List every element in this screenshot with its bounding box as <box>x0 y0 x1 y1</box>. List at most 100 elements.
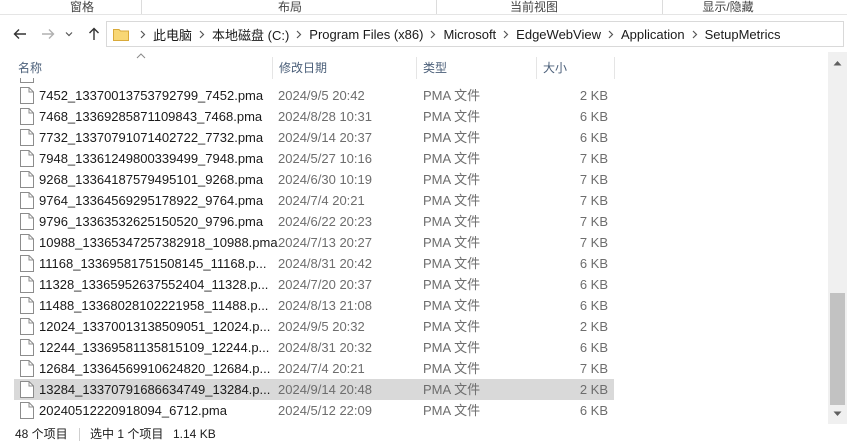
status-divider <box>79 428 80 441</box>
scroll-up-icon <box>833 60 842 65</box>
arrow-up-icon <box>89 27 99 40</box>
forward-button[interactable] <box>38 24 58 44</box>
file-icon <box>20 171 34 188</box>
column-divider[interactable] <box>614 57 615 79</box>
ribbon-group-captions: 窗格 布局 当前视图 显示/隐藏 <box>0 0 847 15</box>
file-row[interactable]: 7948_13361249800339499_7948.pma 2024/5/27… <box>14 148 614 169</box>
file-name[interactable]: 7468_13369285871109843_7468.pma <box>39 106 262 127</box>
file-name[interactable]: 7732_13370791071402722_7732.pma <box>39 127 263 148</box>
file-name[interactable]: 9796_13363532625150520_9796.pma <box>39 211 263 232</box>
ribbon-group-show-hide: 显示/隐藏 <box>702 0 754 14</box>
back-button[interactable] <box>10 24 30 44</box>
ribbon-divider <box>436 0 437 14</box>
scrollbar-thumb[interactable] <box>830 293 845 405</box>
file-row[interactable]: 11328_13365952637552404_11328.p... 2024/7… <box>14 274 614 295</box>
file-type: PMA 文件 <box>423 109 481 124</box>
file-icon <box>20 234 34 251</box>
file-name[interactable]: 20240512220918094_6712.pma <box>39 400 227 421</box>
file-size: 6 KB <box>579 403 608 418</box>
chevron-right-icon[interactable] <box>687 26 703 42</box>
file-size: 6 KB <box>579 277 608 292</box>
file-icon <box>20 318 34 335</box>
chevron-down-icon <box>65 32 73 37</box>
breadcrumb-local-disk[interactable]: 本地磁盘 (C:) <box>210 25 291 44</box>
arrow-left-icon <box>13 29 26 39</box>
file-row[interactable]: 9796_13363532625150520_9796.pma 2024/6/22… <box>14 211 614 232</box>
file-size: 6 KB <box>579 256 608 271</box>
file-row[interactable]: 7468_13369285871109843_7468.pma 2024/8/28… <box>14 106 614 127</box>
file-row[interactable]: 12684_13364569910624820_12684.p... 2024/7… <box>14 358 614 379</box>
file-modified-date: 2024/5/27 10:16 <box>278 151 372 166</box>
status-selected-size: 1.14 KB <box>173 427 216 441</box>
file-size: 7 KB <box>579 235 608 250</box>
file-name[interactable]: 11168_13369581751508145_11168.p... <box>39 253 267 274</box>
file-size: 6 KB <box>579 109 608 124</box>
file-type: PMA 文件 <box>423 298 481 313</box>
vertical-scrollbar[interactable] <box>828 52 847 424</box>
scroll-up-button[interactable] <box>828 54 847 71</box>
breadcrumb-this-pc[interactable]: 此电脑 <box>151 25 194 44</box>
list-item-partial[interactable] <box>14 78 614 85</box>
file-row[interactable]: 9268_13364187579495101_9268.pma 2024/6/30… <box>14 169 614 190</box>
file-size: 7 KB <box>579 193 608 208</box>
chevron-right-icon[interactable] <box>135 26 151 42</box>
file-size: 7 KB <box>579 214 608 229</box>
file-name[interactable]: 7452_13370013753792799_7452.pma <box>39 85 263 106</box>
file-type: PMA 文件 <box>423 193 481 208</box>
chevron-right-icon[interactable] <box>425 26 441 42</box>
file-list[interactable]: 7452_13370013753792799_7452.pma 2024/9/5 … <box>14 78 614 423</box>
file-name[interactable]: 13284_13370791686634749_13284.p... <box>39 379 270 400</box>
file-name[interactable]: 12244_13369581135815109_12244.p... <box>39 337 269 358</box>
file-name[interactable]: 11488_13368028102221958_11488.p... <box>39 295 268 316</box>
file-name[interactable]: 10988_13365347257382918_10988.pma <box>39 232 278 253</box>
chevron-right-icon[interactable] <box>603 26 619 42</box>
file-modified-date: 2024/8/31 20:32 <box>278 340 372 355</box>
file-modified-date: 2024/7/4 20:21 <box>278 193 365 208</box>
breadcrumb-application[interactable]: Application <box>619 27 687 42</box>
file-icon <box>20 78 34 83</box>
file-row[interactable]: 20240512220918094_6712.pma 2024/5/12 22:0… <box>14 400 614 421</box>
file-row[interactable]: 13284_13370791686634749_13284.p... 2024/9… <box>14 379 614 400</box>
file-icon <box>20 339 34 356</box>
file-modified-date: 2024/9/5 20:42 <box>278 88 365 103</box>
file-name[interactable]: 11328_13365952637552404_11328.p... <box>39 274 268 295</box>
file-name[interactable]: 12684_13364569910624820_12684.p... <box>39 358 270 379</box>
file-size: 7 KB <box>579 361 608 376</box>
breadcrumb-program-files[interactable]: Program Files (x86) <box>307 27 425 42</box>
file-type: PMA 文件 <box>423 151 481 166</box>
scroll-down-button[interactable] <box>828 405 847 422</box>
file-modified-date: 2024/9/5 20:32 <box>278 319 365 334</box>
up-button[interactable] <box>84 24 104 44</box>
file-type: PMA 文件 <box>423 130 481 145</box>
file-row[interactable]: 12024_13370013138509051_12024.p... 2024/9… <box>14 316 614 337</box>
file-row[interactable]: 12244_13369581135815109_12244.p... 2024/8… <box>14 337 614 358</box>
file-icon <box>20 360 34 377</box>
recent-locations-button[interactable] <box>62 24 76 44</box>
ribbon-group-panes: 窗格 <box>69 0 94 14</box>
file-name[interactable]: 7948_13361249800339499_7948.pma <box>39 148 263 169</box>
breadcrumb-microsoft[interactable]: Microsoft <box>441 27 498 42</box>
chevron-right-icon[interactable] <box>194 26 210 42</box>
breadcrumb-edgewebview[interactable]: EdgeWebView <box>514 27 603 42</box>
file-type: PMA 文件 <box>423 319 481 334</box>
file-name[interactable]: 9268_13364187579495101_9268.pma <box>39 169 263 190</box>
file-icon <box>20 402 34 419</box>
chevron-right-icon[interactable] <box>498 26 514 42</box>
file-size: 6 KB <box>579 130 608 145</box>
file-name[interactable]: 12024_13370013138509051_12024.p... <box>39 316 270 337</box>
file-icon <box>20 87 34 104</box>
address-bar[interactable]: 此电脑 本地磁盘 (C:) Program Files (x86) Micros… <box>106 21 844 47</box>
file-size: 6 KB <box>579 340 608 355</box>
chevron-right-icon[interactable] <box>291 26 307 42</box>
file-row[interactable]: 11488_13368028102221958_11488.p... 2024/8… <box>14 295 614 316</box>
file-row[interactable]: 9764_13364569295178922_9764.pma 2024/7/4 … <box>14 190 614 211</box>
file-row[interactable]: 11168_13369581751508145_11168.p... 2024/8… <box>14 253 614 274</box>
breadcrumb-setupmetrics[interactable]: SetupMetrics <box>703 27 783 42</box>
file-type: PMA 文件 <box>423 256 481 271</box>
file-icon <box>20 108 34 125</box>
file-row[interactable]: 7452_13370013753792799_7452.pma 2024/9/5 … <box>14 85 614 106</box>
file-row[interactable]: 7732_13370791071402722_7732.pma 2024/9/14… <box>14 127 614 148</box>
file-icon <box>20 192 34 209</box>
file-name[interactable]: 9764_13364569295178922_9764.pma <box>39 190 263 211</box>
file-row[interactable]: 10988_13365347257382918_10988.pma 2024/7/… <box>14 232 614 253</box>
